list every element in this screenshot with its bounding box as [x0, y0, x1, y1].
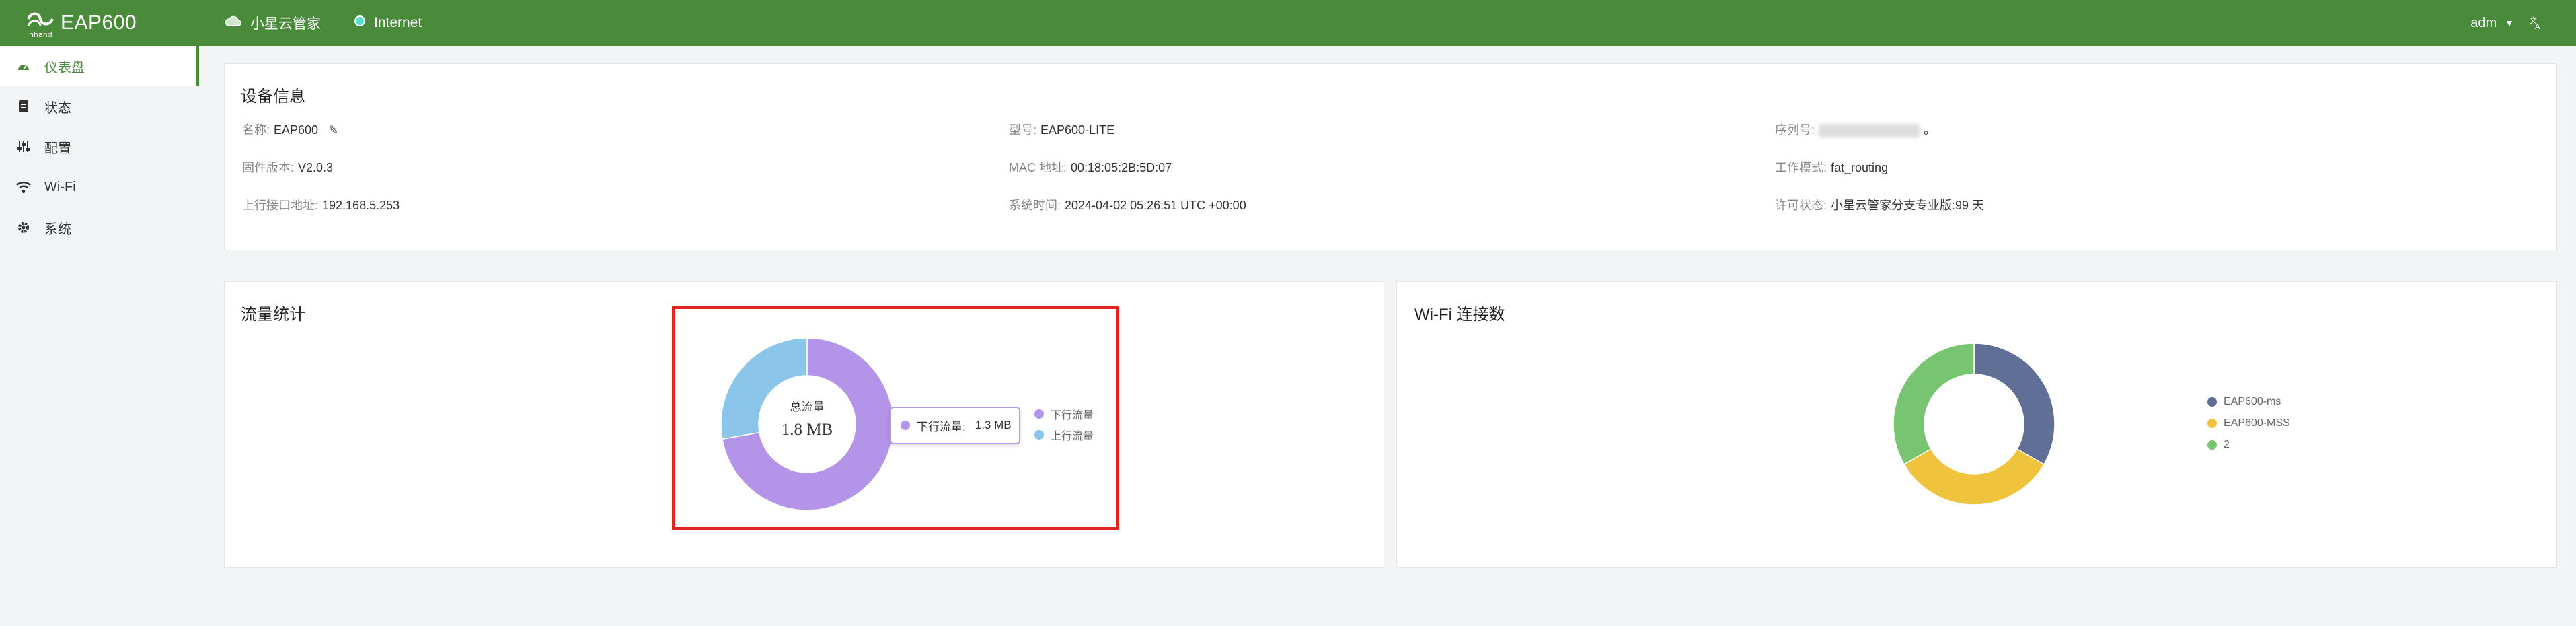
wifi-slice-1[interactable] — [1903, 448, 2045, 506]
mac-row: MAC 地址: 00:18:05:2B:5D:07 — [1009, 158, 1172, 176]
legend-dot-icon — [2207, 397, 2217, 407]
firmware-value: V2.0.3 — [298, 161, 334, 174]
sidebar-item-label: 状态 — [44, 100, 71, 116]
edit-icon[interactable]: ✎ — [328, 123, 338, 137]
highlight-box — [672, 306, 1119, 530]
wifi-icon — [16, 181, 31, 193]
uplink-value: 192.168.5.253 — [322, 199, 400, 212]
app-title: EAP600 — [61, 11, 137, 34]
wifi-donut-chart — [1893, 343, 2055, 506]
model-row: 型号: EAP600-LITE — [1009, 120, 1114, 138]
work-mode-value: fat_routing — [1831, 161, 1889, 174]
legend-label: EAP600-MSS — [2224, 417, 2290, 429]
sidebar-item-config[interactable]: 配置 — [0, 127, 199, 167]
legend-label: 2 — [2224, 439, 2230, 450]
device-name-label: 名称: — [242, 123, 270, 137]
user-menu[interactable]: adm ▼ — [2470, 0, 2514, 46]
cloud-manager-link[interactable]: 小星云管家 — [225, 0, 321, 46]
license-row: 许可状态: 小星云管家分支专业版:99 天 — [1775, 196, 1984, 213]
inhand-logo-icon: inhand — [24, 7, 56, 39]
status-icon — [16, 100, 31, 113]
legend-dot-icon — [2207, 440, 2217, 450]
sidebar: 仪表盘 状态 配置 Wi-Fi 系统 — [0, 46, 199, 626]
traffic-stats-title: 流量统计 — [241, 306, 305, 324]
license-value: 小星云管家分支专业版:99 天 — [1831, 199, 1985, 212]
online-dot-icon — [354, 15, 366, 31]
wifi-slice-0[interactable] — [1973, 343, 2055, 466]
sidebar-item-label: 配置 — [44, 141, 71, 156]
language-icon[interactable]: 文A — [2529, 15, 2544, 34]
legend-label: EAP600-ms — [2224, 396, 2281, 407]
firmware-row: 固件版本: V2.0.3 — [242, 158, 333, 176]
system-time-row: 系统时间: 2024-04-02 05:26:51 UTC +00:00 — [1009, 196, 1246, 213]
user-name: adm — [2470, 15, 2497, 30]
config-icon — [16, 140, 31, 153]
wifi-connections-title: Wi-Fi 连接数 — [1414, 306, 1505, 324]
device-name-value: EAP600 — [274, 123, 319, 137]
serial-label: 序列号: — [1775, 123, 1815, 137]
sidebar-item-label: 仪表盘 — [44, 60, 85, 75]
cloud-manager-label: 小星云管家 — [250, 16, 321, 32]
system-time-label: 系统时间: — [1009, 199, 1061, 212]
logo-sub-text: inhand — [27, 30, 52, 39]
model-value: EAP600-LITE — [1040, 123, 1115, 137]
caret-down-icon: ▼ — [2505, 18, 2514, 28]
work-mode-row: 工作模式: fat_routing — [1775, 158, 1888, 176]
model-label: 型号: — [1009, 123, 1037, 137]
internet-label: Internet — [374, 15, 422, 30]
legend-2[interactable]: 2 — [2207, 439, 2230, 451]
mac-value: 00:18:05:2B:5D:07 — [1071, 161, 1172, 174]
sidebar-item-label: 系统 — [44, 221, 71, 237]
top-bar: inhand EAP600 小星云管家 Internet adm ▼ 文A — [0, 0, 2576, 46]
uplink-label: 上行接口地址: — [242, 199, 319, 212]
gear-icon — [16, 221, 31, 234]
device-name-row: 名称: EAP600 ✎ — [242, 120, 338, 138]
dashboard-icon — [16, 59, 31, 73]
uplink-row: 上行接口地址: 192.168.5.253 — [242, 196, 400, 213]
license-label: 许可状态: — [1775, 199, 1827, 212]
device-info-card: 设备信息 名称: EAP600 ✎ 固件版本: V2.0.3 上行接口地址: 192.… — [224, 63, 2557, 250]
firmware-label: 固件版本: — [242, 161, 295, 174]
legend-eap600-ms[interactable]: EAP600-ms — [2207, 396, 2281, 408]
legend-eap600-mss[interactable]: EAP600-MSS — [2207, 417, 2290, 429]
serial-redacted — [1819, 124, 1920, 138]
legend-dot-icon — [2207, 419, 2217, 428]
sidebar-item-system[interactable]: 系统 — [0, 207, 199, 248]
serial-row: 序列号: 。 — [1775, 120, 1936, 138]
sidebar-item-dashboard[interactable]: 仪表盘 — [0, 46, 199, 86]
cloud-icon — [225, 13, 242, 32]
serial-suffix: 。 — [1924, 123, 1936, 137]
system-time-value: 2024-04-02 05:26:51 UTC +00:00 — [1065, 199, 1246, 212]
internet-status: Internet — [354, 0, 422, 46]
sidebar-item-label: Wi-Fi — [44, 179, 76, 195]
svg-text:A: A — [2535, 22, 2540, 30]
brand-logo[interactable]: inhand EAP600 — [24, 5, 137, 40]
work-mode-label: 工作模式: — [1775, 161, 1827, 174]
wifi-slice-2[interactable] — [1893, 343, 1975, 466]
mac-label: MAC 地址: — [1009, 161, 1067, 174]
sidebar-item-wifi[interactable]: Wi-Fi — [0, 167, 199, 207]
device-info-title: 设备信息 — [241, 88, 305, 106]
sidebar-item-status[interactable]: 状态 — [0, 86, 199, 127]
